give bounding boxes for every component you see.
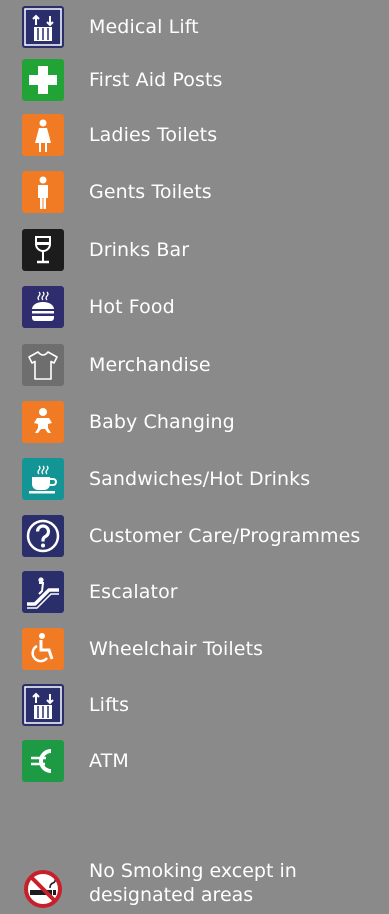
legend-label: Escalator [89,581,178,603]
coffee-cup-icon [22,458,64,500]
legend-item-wheelchair-toilets: Wheelchair Toilets [22,628,263,670]
legend-item-hot-food: Hot Food [22,286,175,328]
legend-label: Ladies Toilets [89,124,218,146]
legend-label: Hot Food [89,296,175,318]
legend-item-drinks-bar: Drinks Bar [22,229,189,271]
legend-label: Wheelchair Toilets [89,638,264,660]
legend-item-escalator: Escalator [22,571,178,613]
legend-label: Drinks Bar [89,239,190,261]
wine-glass-icon [22,229,64,271]
legend-item-sandwiches-hot-drinks: Sandwiches/Hot Drinks [22,458,310,500]
lift-icon [22,684,64,726]
legend-item-ladies-toilets: Ladies Toilets [22,114,217,156]
legend-label: Sandwiches/Hot Drinks [89,468,311,490]
no-smoking-icon [22,868,64,910]
euro-icon [22,740,64,782]
legend-label: First Aid Posts [89,69,223,91]
burger-icon [22,286,64,328]
legend-label: ATM [89,750,129,772]
baby-icon [22,401,64,443]
lift-icon [22,6,64,48]
legend-label: Merchandise [89,354,211,376]
legend-item-baby-changing: Baby Changing [22,401,235,443]
escalator-icon [22,571,64,613]
woman-icon [22,114,64,156]
legend-label: Customer Care/Programmes [89,525,361,547]
legend-item-lifts: Lifts [22,684,129,726]
legend-item-customer-care: Customer Care/Programmes [22,515,360,557]
legend-label: Gents Toilets [89,181,212,203]
man-icon [22,171,64,213]
legend-item-medical-lift: Medical Lift [22,6,199,48]
first-aid-cross-icon [22,59,64,101]
wheelchair-icon [22,628,64,670]
question-mark-icon [22,515,64,557]
legend-item-atm: ATM [22,740,129,782]
legend-label: Lifts [89,694,130,716]
legend-item-merchandise: Merchandise [22,344,211,386]
no-smoking-note: No Smoking except in designated areas [89,860,297,906]
tshirt-icon [22,344,64,386]
legend-label: Medical Lift [89,16,199,38]
legend-label: Baby Changing [89,411,235,433]
legend-item-first-aid: First Aid Posts [22,59,223,101]
legend-item-gents-toilets: Gents Toilets [22,171,212,213]
